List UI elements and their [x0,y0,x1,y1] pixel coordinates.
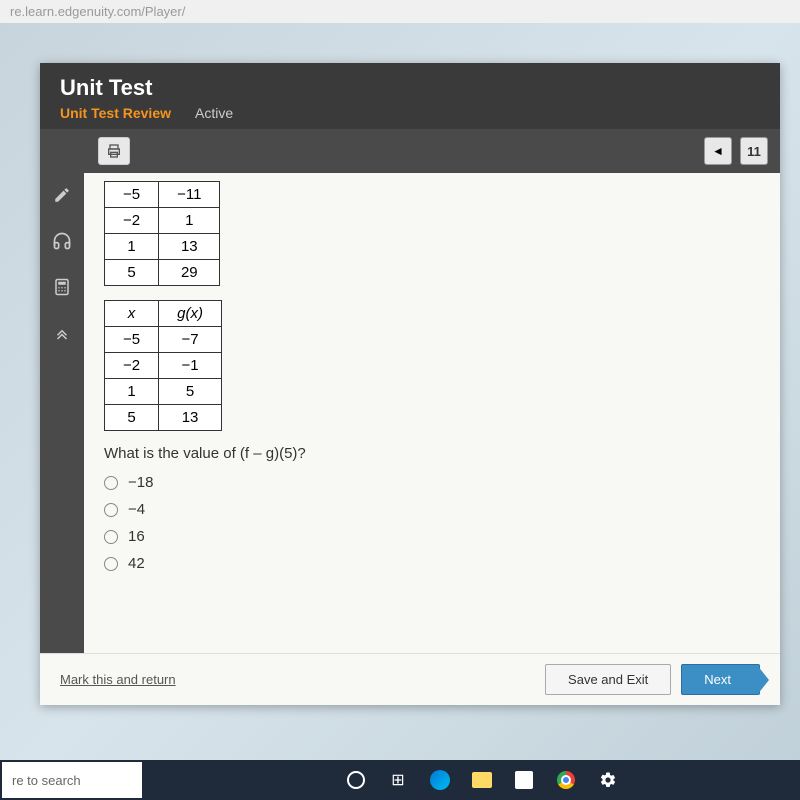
radio-icon [104,476,118,490]
radio-icon [104,503,118,517]
circle-icon [347,771,365,789]
edge-icon [430,770,450,790]
toolbar: ◄ 11 [40,129,780,173]
headphones-tool[interactable] [48,227,76,255]
table-row: 113 [105,234,220,260]
table-f: −5−11 −21 113 529 [104,181,220,286]
radio-icon [104,530,118,544]
table-row: −5−7 [105,327,222,353]
chrome-button[interactable] [554,768,578,792]
player-window: Unit Test Unit Test Review Active ◄ 11 [40,63,780,705]
option-b[interactable]: −4 [104,501,760,518]
chevron-up-icon [53,324,71,342]
header: Unit Test Unit Test Review Active [40,63,780,129]
prev-question-button[interactable]: ◄ [704,137,732,165]
taskbar-search[interactable]: re to search [2,762,142,798]
option-a[interactable]: −18 [104,474,760,491]
mark-return-link[interactable]: Mark this and return [60,672,176,687]
question-content: −5−11 −21 113 529 xg(x) −5−7 −2−1 15 513… [84,173,780,653]
save-exit-button[interactable]: Save and Exit [545,664,671,695]
pencil-tool[interactable] [48,181,76,209]
table-header-row: xg(x) [105,301,222,327]
footer: Mark this and return Save and Exit Next [40,653,780,705]
option-c[interactable]: 16 [104,528,760,545]
status-label: Active [195,105,233,121]
table-row: −21 [105,208,220,234]
table-row: 529 [105,260,220,286]
side-toolbar [40,173,84,653]
edge-button[interactable] [428,768,452,792]
question-number-badge: 11 [740,137,768,165]
table-g: xg(x) −5−7 −2−1 15 513 [104,300,222,431]
subtitle: Unit Test Review [60,105,171,121]
print-icon [106,143,122,159]
question-text: What is the value of (f – g)(5)? [104,445,760,462]
collapse-tool[interactable] [48,319,76,347]
option-d[interactable]: 42 [104,555,760,572]
windows-taskbar: re to search ⊞ [0,760,800,800]
radio-icon [104,557,118,571]
table-row: −2−1 [105,353,222,379]
store-icon [515,771,533,789]
calculator-icon [53,278,71,296]
pencil-icon [53,186,71,204]
cortana-button[interactable] [344,768,368,792]
table-row: 15 [105,379,222,405]
store-button[interactable] [512,768,536,792]
settings-button[interactable] [596,768,620,792]
next-button[interactable]: Next [681,664,760,695]
answer-options: −18 −4 16 42 [104,474,760,572]
table-row: 513 [105,405,222,431]
task-view-icon: ⊞ [391,770,404,790]
chevron-left-icon: ◄ [712,144,724,158]
page-title: Unit Test [60,75,760,101]
chrome-icon [557,771,575,789]
print-button[interactable] [98,137,130,165]
table-row: −5−11 [105,182,220,208]
url-bar: re.learn.edgenuity.com/Player/ [0,0,800,23]
gear-icon [599,771,617,789]
calculator-tool[interactable] [48,273,76,301]
headphones-icon [52,231,72,251]
folder-icon [472,772,492,788]
task-view-button[interactable]: ⊞ [386,768,410,792]
explorer-button[interactable] [470,768,494,792]
